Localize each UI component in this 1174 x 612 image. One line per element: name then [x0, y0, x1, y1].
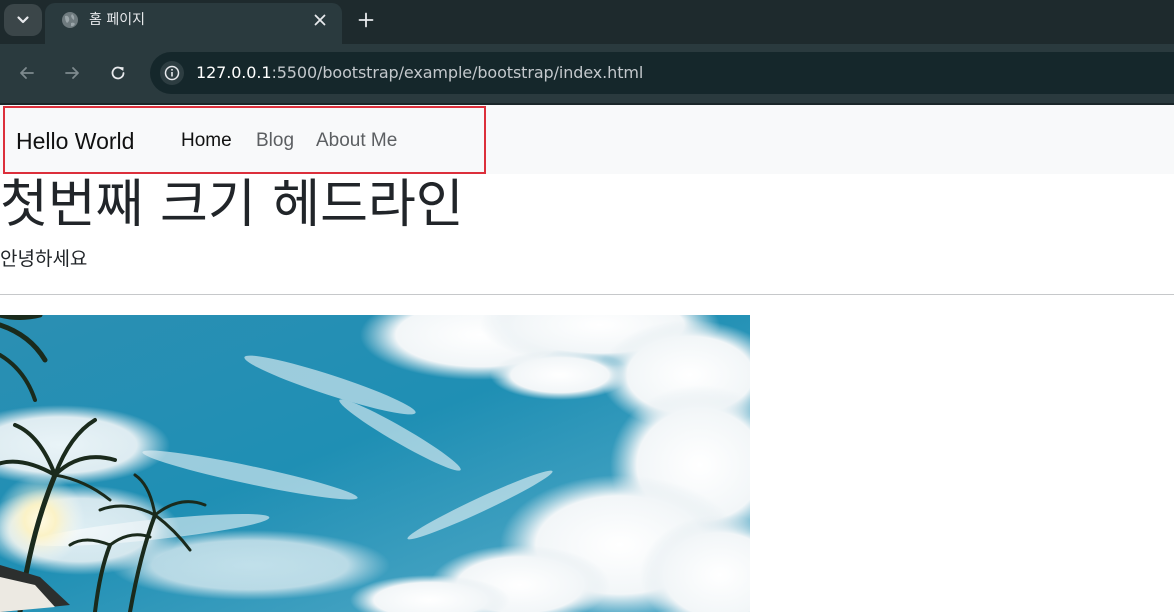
horizontal-rule	[0, 294, 1174, 295]
info-icon	[164, 65, 180, 81]
url-path: :5500/bootstrap/example/bootstrap/index.…	[271, 63, 644, 82]
url-host: 127.0.0.1	[196, 63, 272, 82]
chevron-down-icon	[17, 16, 29, 24]
active-tab[interactable]: 홈 페이지	[45, 3, 342, 44]
nav-link-home[interactable]: Home	[181, 129, 232, 153]
tab-title: 홈 페이지	[89, 12, 145, 28]
back-button[interactable]	[13, 59, 41, 87]
arrow-left-icon	[20, 67, 34, 79]
url-text: 127.0.0.1:5500/bootstrap/example/bootstr…	[196, 63, 643, 83]
plus-icon	[358, 12, 374, 28]
greeting-text: 안녕하세요	[0, 248, 88, 270]
forward-button[interactable]	[58, 59, 86, 87]
navbar-brand[interactable]: Hello World	[16, 127, 134, 155]
hero-image	[0, 315, 750, 612]
tab-search-button[interactable]	[4, 4, 42, 36]
reload-icon	[111, 66, 125, 80]
reload-button[interactable]	[104, 59, 132, 87]
tab-close-button[interactable]	[309, 9, 331, 31]
close-icon	[314, 14, 326, 26]
site-info-button[interactable]	[160, 61, 184, 85]
nav-link-blog[interactable]: Blog	[256, 129, 294, 153]
new-tab-button[interactable]	[352, 6, 380, 34]
nav-link-about-me[interactable]: About Me	[316, 129, 397, 153]
browser-toolbar: 127.0.0.1:5500/bootstrap/example/bootstr…	[0, 44, 1174, 103]
address-bar[interactable]: 127.0.0.1:5500/bootstrap/example/bootstr…	[150, 52, 1174, 94]
arrow-right-icon	[65, 67, 79, 79]
sky-palm-photo	[0, 315, 750, 612]
globe-icon	[62, 12, 78, 28]
page-headline: 첫번째 크기 헤드라인	[0, 175, 464, 235]
tab-strip: 홈 페이지	[0, 0, 1174, 44]
